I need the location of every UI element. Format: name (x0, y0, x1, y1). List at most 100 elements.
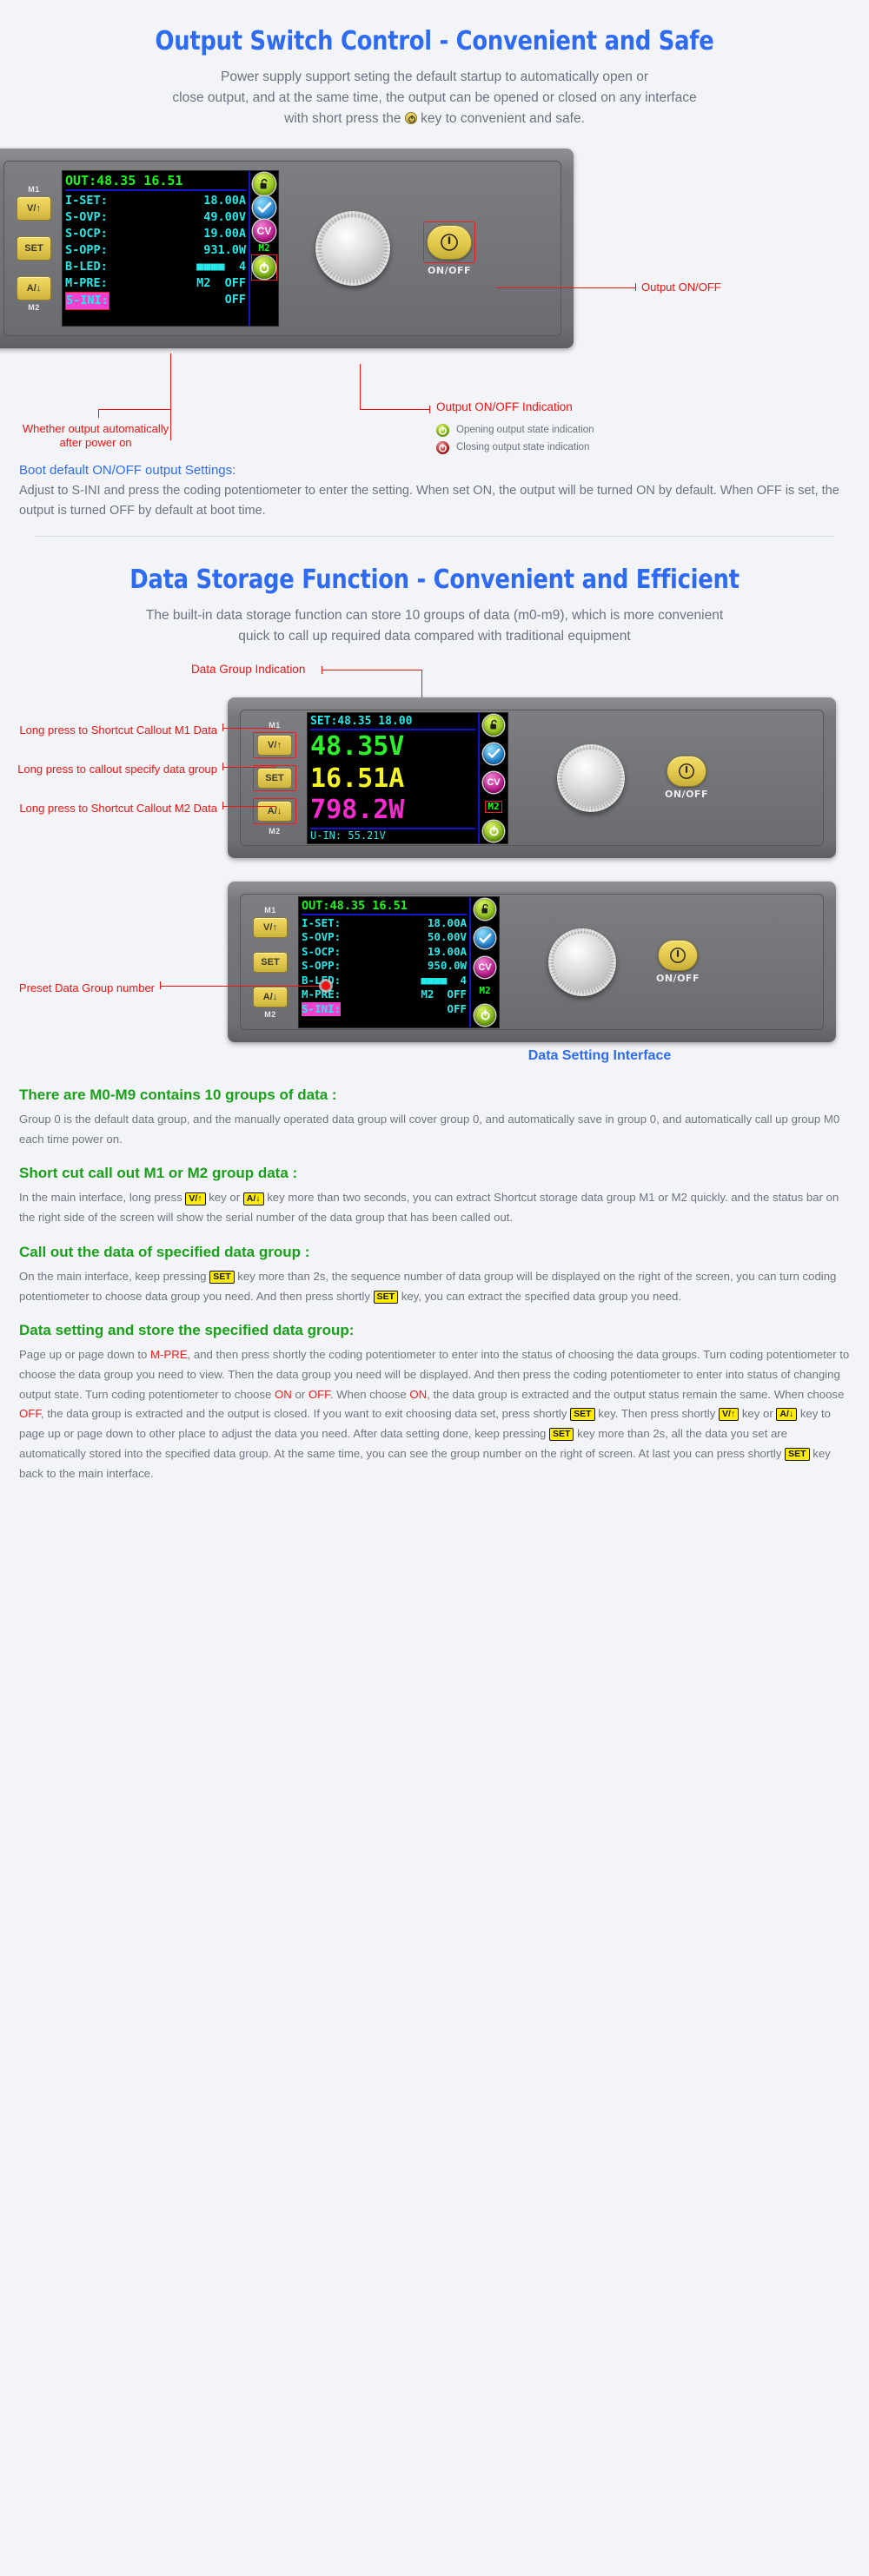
leader-h-preset (160, 986, 325, 987)
unlock-icon (253, 173, 275, 196)
table-row: S-OPP: 950.0W (302, 959, 467, 973)
kbd-set: SET (785, 1447, 810, 1461)
output-onoff-button[interactable] (657, 940, 698, 972)
device1-lcd-screen: OUT:48.35 16.51 I-SET: 18.00A S-OVP: 49.00… (62, 170, 279, 327)
doc-heading-specified: Call out the data of specified data grou… (19, 1243, 310, 1260)
device2-key-set-box: SET (253, 764, 296, 791)
device2-key-current-down[interactable]: A/↓ (257, 800, 292, 822)
leader-line-output-onoff (496, 287, 635, 289)
table-row-s-ini: S-INI: OFF (65, 292, 246, 311)
device1-onoff-label: ON/OFF (428, 264, 471, 276)
caption-data-setting-interface: Data Setting Interface (527, 1048, 672, 1064)
boot-default-note-title: Boot default ON/OFF output Settings: (19, 463, 236, 479)
section2-title: Data Storage Function - Convenient and E… (129, 565, 740, 596)
table-row: S-OVP: 49.00V (65, 210, 246, 225)
unlock-icon (483, 714, 504, 736)
device2-key-voltage-up[interactable]: V/↑ (257, 734, 292, 756)
product-page: Output Switch Control - Convenient and S… (0, 0, 869, 1508)
power-supply-device-2: M1 V/↑ SET A/↓ M2 SET:48.35 18.00 48.35V… (228, 697, 836, 859)
doc-heading-shortcut: Short cut call out M1 or M2 group data : (19, 1165, 298, 1182)
device3-lcd-statusbar: CV M2 (469, 896, 499, 1027)
device3-m2-label: M2 (264, 1009, 276, 1019)
doc-s4-on1: ON (274, 1387, 292, 1401)
device3-key-current-down[interactable]: A/↓ (253, 986, 288, 1007)
device1-lcd-output-line: OUT:48.35 16.51 (65, 173, 246, 192)
device1-power-state-box (251, 254, 277, 281)
doc-paragraph-groups: Group 0 is the default data group, and t… (19, 1113, 840, 1146)
unlock-icon (474, 898, 495, 920)
section1-sub-line3-b: key to convenient and safe. (421, 111, 585, 127)
annotation-preset-group: Preset Data Group number (18, 981, 155, 995)
kbd-current-down: A/↓ (242, 1192, 264, 1205)
doc-s4-off1: OFF (308, 1387, 330, 1401)
device1-onoff-highlight-box (423, 221, 475, 263)
power-on-icon (253, 256, 275, 280)
cv-mode-icon: CV (483, 771, 504, 793)
doc-paragraph-shortcut: In the main interface, long press V/↑ ke… (19, 1188, 850, 1227)
section1-sub-line3: with short press the key to convenient a… (70, 109, 799, 129)
device2-key-set[interactable]: SET (257, 767, 292, 789)
doc-paragraph-specified: On the main interface, keep pressing SET… (19, 1267, 850, 1306)
kbd-set: SET (570, 1408, 595, 1422)
s-ini-highlight: S-INI: (302, 1001, 342, 1017)
check-icon (474, 928, 495, 949)
device2-lcd-current: 16.51A (310, 763, 405, 794)
device3-lcd-output-line: OUT:48.35 16.51 (302, 899, 467, 915)
device3-key-voltage-up[interactable]: V/↑ (253, 916, 288, 938)
section-divider (35, 536, 834, 538)
annotation-output-onoff: Output ON/OFF (641, 281, 721, 294)
doc-paragraph-data-setting: Page up or page down to M-PRE, and then … (19, 1345, 850, 1483)
boot-default-note-body: Adjust to S-INI and press the coding pot… (19, 484, 839, 518)
device3-m1-label: M1 (264, 905, 276, 915)
leader-h-m2 (222, 806, 276, 808)
legend-label-on: Opening output state indication (456, 425, 594, 436)
table-row: S-OCP: 19.00A (65, 227, 246, 241)
device1-m2-label: M2 (28, 303, 40, 313)
table-row: M-PRE: M2 OFF (65, 276, 246, 291)
leader-h-m1 (222, 728, 276, 730)
device2-onoff-label: ON/OFF (665, 789, 708, 801)
annotation-indication-title: Output ON/OFF Indication (436, 400, 573, 414)
annotation-data-group-indication: Data Group Indication (191, 663, 306, 677)
device3-key-set[interactable]: SET (253, 951, 288, 973)
doc-s4-off2: OFF (19, 1407, 41, 1421)
coding-potentiometer-knob[interactable] (557, 743, 625, 812)
device2-keypad: M1 V/↑ SET A/↓ M2 (253, 720, 296, 836)
annotation-auto-power-on-line2: after power on (59, 436, 132, 450)
device1-key-current-down[interactable]: A/↓ (17, 276, 51, 301)
doc-s4-text7: key. Then press shortly (598, 1407, 716, 1421)
coding-potentiometer-knob[interactable] (548, 928, 616, 996)
annotation-auto-power-on-line1: Whether output automatically (22, 422, 169, 436)
table-row: S-OPP: 931.0W (65, 243, 246, 258)
kbd-set: SET (549, 1428, 574, 1442)
device1-keypad: M1 V/↑ SET A/↓ M2 (17, 184, 51, 313)
doc-heading-groups: There are M0-M9 contains 10 groups of da… (19, 1087, 337, 1104)
section2-sub-line2: quick to call up required data compared … (238, 629, 631, 644)
device3-onoff-label: ON/OFF (656, 973, 700, 985)
section1-subtitle: Power supply support seting the default … (70, 67, 799, 129)
device2-lcd-screen: SET:48.35 18.00 48.35V 16.51A 798.2W U-I… (307, 711, 508, 844)
output-onoff-button[interactable] (666, 756, 706, 788)
device1-key-set[interactable]: SET (17, 236, 51, 261)
check-icon (483, 743, 504, 764)
table-row: I-SET: 18.00A (302, 915, 467, 929)
power-off-legend-icon (436, 440, 449, 454)
kbd-current-down: A/↓ (776, 1408, 798, 1422)
table-row-s-ini: S-INI: OFF (302, 1001, 467, 1017)
output-onoff-button[interactable] (427, 224, 472, 260)
device2-lcd-voltage: 48.35V (310, 730, 405, 762)
power-on-legend-icon (436, 423, 449, 437)
device1-onoff-group: ON/OFF (423, 221, 475, 276)
device1-lcd-rows: I-SET: 18.00A S-OVP: 49.00V S-OCP: 19.00A S… (65, 193, 246, 311)
coding-potentiometer-knob[interactable] (315, 211, 390, 287)
legend-row-on: Opening output state indication (436, 423, 697, 437)
doc-s3-text1: On the main interface, keep pressing (19, 1269, 207, 1283)
device1-key-voltage-up[interactable]: V/↑ (17, 196, 51, 221)
section1-sub-line1: Power supply support seting the default … (221, 69, 648, 84)
device3-keypad: M1 V/↑ SET A/↓ M2 (253, 905, 288, 1020)
annotation-m2-callout: Long press to Shortcut Callout M2 Data (19, 802, 217, 816)
device1-lcd-statusbar: CV M2 (249, 171, 278, 327)
power-on-icon (474, 1004, 495, 1026)
table-row: S-OVP: 50.00V (302, 930, 467, 944)
device2-key-voltage-up-box: V/↑ (253, 731, 296, 758)
